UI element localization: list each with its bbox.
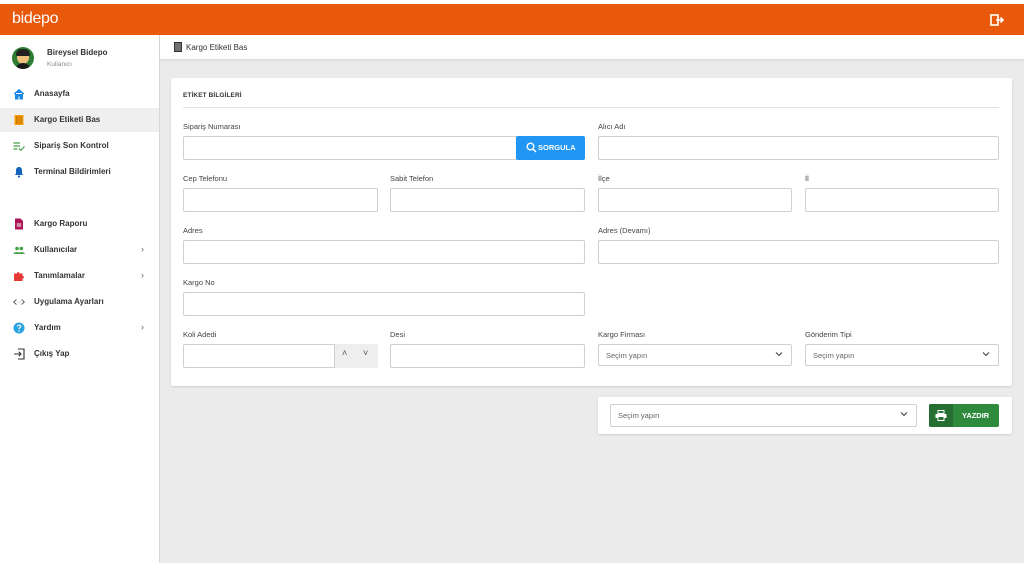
page-title: Kargo Etiketi Bas xyxy=(186,43,248,52)
sidebar-item-label: Yardım xyxy=(34,323,61,332)
select-value: Seçim yapın xyxy=(813,351,855,360)
ilce-input[interactable] xyxy=(598,188,792,212)
sidebar-item-kargo-raporu[interactable]: Kargo Raporu xyxy=(0,212,159,236)
chevron-down-icon xyxy=(900,412,908,417)
list-check-icon xyxy=(13,142,25,152)
sidebar-item-label: Çıkış Yap xyxy=(34,349,70,358)
siparis-no-label: Sipariş Numarası xyxy=(183,122,241,131)
desi-label: Desi xyxy=(390,330,406,339)
sidebar-item-cikis-yap[interactable]: Çıkış Yap xyxy=(0,342,159,366)
sorgula-button[interactable]: SORGULA xyxy=(516,136,585,160)
kargo-firmasi-label: Kargo Firması xyxy=(598,330,646,339)
select-value: Seçim yapın xyxy=(618,411,660,420)
puzzle-icon xyxy=(14,272,24,281)
select-value: Seçim yapın xyxy=(606,351,648,360)
section-title: ETİKET BİLGİLERİ xyxy=(183,92,242,99)
sidebar-item-label: Kargo Etiketi Bas xyxy=(34,115,101,124)
barcode-icon xyxy=(174,42,182,52)
printer-select[interactable]: Seçim yapın xyxy=(610,404,917,427)
barcode-icon xyxy=(14,115,24,125)
brand-logo[interactable]: bidepo xyxy=(12,10,59,28)
users-icon xyxy=(13,246,25,254)
adres-label: Adres xyxy=(183,226,203,235)
alici-adi-input[interactable] xyxy=(598,136,999,160)
adres-devami-label: Adres (Devamı) xyxy=(598,226,651,235)
search-icon xyxy=(526,142,537,153)
kargo-no-label: Kargo No xyxy=(183,278,215,287)
koli-adedi-label: Koli Adedi xyxy=(183,330,217,339)
siparis-no-input[interactable] xyxy=(183,136,517,160)
il-input[interactable] xyxy=(805,188,999,212)
label-info-card xyxy=(171,78,1012,386)
user-role: Kullanıcı xyxy=(47,61,72,68)
sidebar-item-label: Kullanıcılar xyxy=(34,245,78,254)
document-icon xyxy=(15,218,23,230)
sidebar-item-label: Tanımlamalar xyxy=(34,271,85,280)
avatar xyxy=(12,47,34,69)
increment-button[interactable]: ˄ xyxy=(342,348,347,358)
sabit-tel-input[interactable] xyxy=(390,188,585,212)
adres-input[interactable] xyxy=(183,240,585,264)
code-icon xyxy=(13,299,25,305)
sidebar-item-label: Anasayfa xyxy=(34,89,70,98)
sidebar-item-kargo-etiketi-bas[interactable]: Kargo Etiketi Bas xyxy=(0,108,159,132)
sidebar-item-label: Uygulama Ayarları xyxy=(34,297,104,306)
kargo-firmasi-select[interactable]: Seçim yapın xyxy=(598,344,792,366)
sorgula-label: SORGULA xyxy=(538,143,576,152)
yazdir-button[interactable]: YAZDIR xyxy=(929,404,999,427)
cep-tel-label: Cep Telefonu xyxy=(183,174,228,183)
yazdir-label: YAZDIR xyxy=(962,411,990,420)
breadcrumb xyxy=(160,35,1024,60)
cep-tel-input[interactable] xyxy=(183,188,378,212)
logout-icon[interactable] xyxy=(990,13,1004,27)
sidebar-item-terminal-bildirimleri[interactable]: Terminal Bildirimleri xyxy=(0,160,159,184)
bell-icon xyxy=(14,167,24,178)
kargo-no-input[interactable] xyxy=(183,292,585,316)
chevron-right-icon: › xyxy=(141,270,144,280)
sidebar-item-label: Kargo Raporu xyxy=(34,219,88,228)
sidebar-item-kullanicilar[interactable]: Kullanıcılar › xyxy=(0,238,159,262)
adres-devami-input[interactable] xyxy=(598,240,999,264)
alici-adi-label: Alıcı Adı xyxy=(598,122,626,131)
quantity-stepper: ˄ ˅ xyxy=(334,344,378,368)
sabit-tel-label: Sabit Telefon xyxy=(390,174,434,183)
exit-icon xyxy=(14,348,25,360)
printer-icon xyxy=(935,410,947,421)
ilce-label: İlçe xyxy=(598,174,610,183)
sidebar-item-label: Sipariş Son Kontrol xyxy=(34,141,109,150)
sidebar-item-siparis-son-kontrol[interactable]: Sipariş Son Kontrol xyxy=(0,134,159,158)
chevron-down-icon xyxy=(982,352,990,357)
chevron-right-icon: › xyxy=(141,244,144,254)
chevron-down-icon xyxy=(775,352,783,357)
il-label: İl xyxy=(805,174,809,183)
decrement-button[interactable]: ˅ xyxy=(363,348,368,358)
sidebar-item-yardim[interactable]: Yardım › xyxy=(0,316,159,340)
sidebar-item-uygulama-ayarlari[interactable]: Uygulama Ayarları xyxy=(0,290,159,314)
sidebar-item-label: Terminal Bildirimleri xyxy=(34,167,111,176)
section-divider xyxy=(183,107,999,108)
top-navbar: bidepo xyxy=(0,4,1024,35)
print-icon-box xyxy=(929,404,953,427)
sidebar-item-tanimlamalar[interactable]: Tanımlamalar › xyxy=(0,264,159,288)
sidebar-item-anasayfa[interactable]: Anasayfa xyxy=(0,82,159,106)
gonderim-tipi-select[interactable]: Seçim yapın xyxy=(805,344,999,366)
chevron-right-icon: › xyxy=(141,322,144,332)
home-icon xyxy=(13,88,25,100)
user-name: Bireysel Bidepo xyxy=(47,48,108,57)
gonderim-tipi-label: Gönderim Tipi xyxy=(805,330,852,339)
desi-input[interactable] xyxy=(390,344,585,368)
help-icon xyxy=(13,322,25,334)
